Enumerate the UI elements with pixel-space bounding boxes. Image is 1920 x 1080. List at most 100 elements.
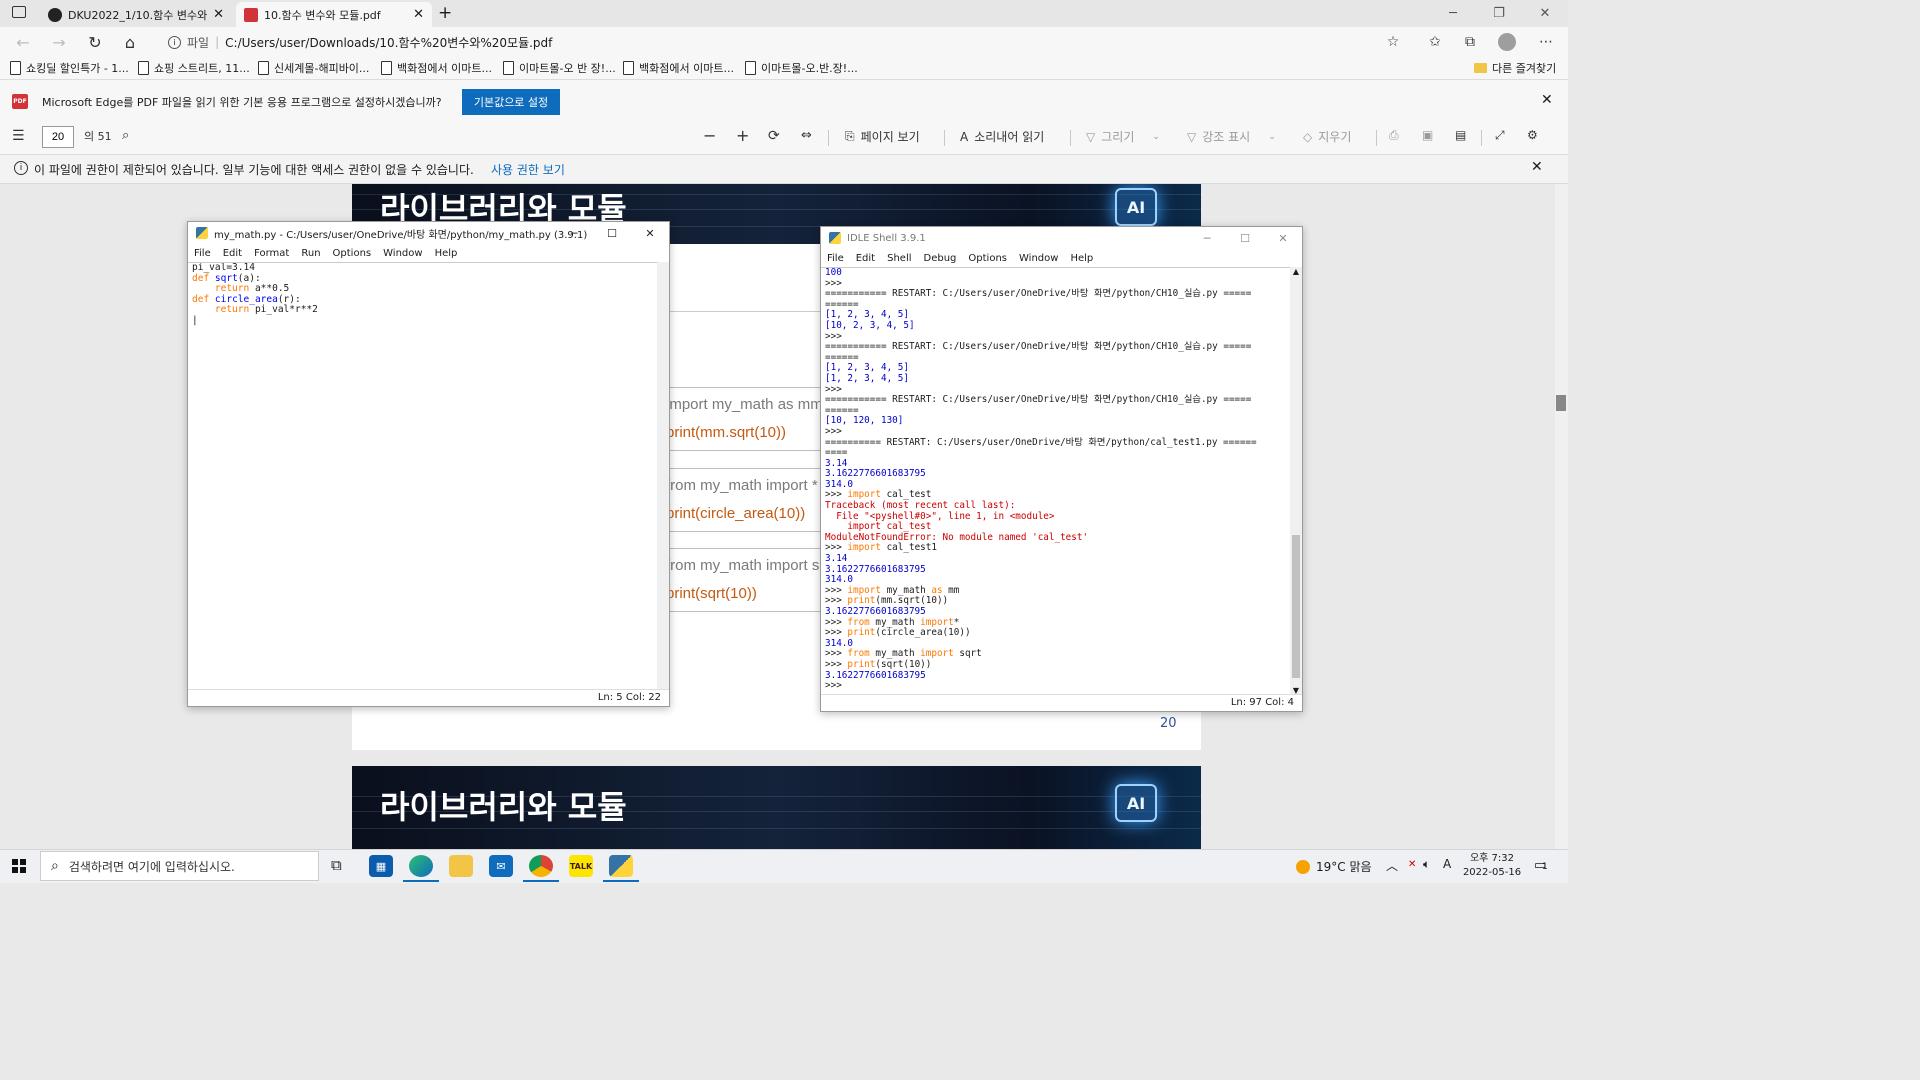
refresh-icon[interactable]: ↻ — [84, 31, 106, 53]
rotate-icon[interactable]: ⟳ — [768, 128, 780, 144]
weather-widget[interactable]: 19°C 맑음 — [1296, 858, 1372, 875]
editor-scrollbar[interactable] — [657, 262, 669, 690]
erase-button[interactable]: ◇ 지우기 — [1303, 128, 1351, 145]
scroll-thumb[interactable] — [1556, 395, 1566, 411]
save-as-icon[interactable]: ▤ — [1455, 128, 1466, 142]
new-tab-button[interactable]: + — [438, 3, 452, 23]
back-icon[interactable]: ← — [12, 31, 34, 53]
bookmark-label: 쇼킹딜 할인특가 - 1... — [26, 62, 129, 75]
python-idle-icon[interactable] — [609, 855, 633, 877]
edge-icon[interactable] — [409, 855, 433, 877]
scroll-thumb[interactable] — [1292, 535, 1300, 678]
notification-icon[interactable]: ▭ 1 — [1534, 858, 1548, 873]
clock[interactable]: 오후 7:32 2022-05-16 — [1462, 852, 1522, 880]
network-icon[interactable]: ✕ — [1408, 859, 1416, 870]
search-icon[interactable]: ⌕ — [122, 128, 129, 143]
menu-window[interactable]: Window — [1019, 253, 1058, 264]
restore-icon[interactable]: ❐ — [1476, 0, 1522, 27]
time-text: 오후 7:32 — [1469, 853, 1515, 864]
idle-shell-window[interactable]: IDLE Shell 3.9.1 ─ ☐ ✕ File Edit Shell D… — [820, 226, 1303, 712]
set-default-button[interactable]: 기본값으로 설정 — [462, 89, 560, 115]
close-infobar-icon[interactable]: ✕ — [1541, 92, 1553, 108]
menu-edit[interactable]: Edit — [223, 248, 242, 259]
chrome-icon[interactable] — [529, 855, 553, 877]
tab-actions-icon[interactable] — [12, 6, 26, 18]
task-view-icon[interactable]: ⧉ — [331, 856, 342, 874]
minimize-icon[interactable]: ─ — [1188, 227, 1226, 249]
table-of-contents-icon[interactable]: ☰ — [12, 128, 25, 144]
idle-editor-window[interactable]: my_math.py - C:/Users/user/OneDrive/바탕 화… — [187, 221, 670, 707]
show-hidden-icons[interactable]: ︿ — [1386, 857, 1398, 874]
close-window-icon[interactable]: ✕ — [631, 222, 669, 244]
menu-options[interactable]: Options — [968, 253, 1007, 264]
zoom-in-icon[interactable]: + — [736, 126, 749, 145]
bookmark-item[interactable]: 쇼핑 스트리트, 11... — [138, 60, 250, 76]
ime-icon[interactable]: A — [1443, 857, 1451, 871]
fit-page-icon[interactable]: ⇔ — [801, 128, 812, 143]
bookmark-item[interactable]: 이마트몰-오.반.장!... — [745, 60, 858, 76]
close-window-icon[interactable]: ✕ — [1522, 0, 1568, 27]
fullscreen-icon[interactable]: ⤢ — [1495, 128, 1505, 143]
menu-edit[interactable]: Edit — [856, 253, 875, 264]
home-icon[interactable]: ⌂ — [119, 31, 141, 53]
save-icon[interactable]: ▣ — [1422, 128, 1433, 142]
more-icon[interactable]: ⋯ — [1535, 31, 1557, 53]
maximize-icon[interactable]: ☐ — [593, 222, 631, 244]
tab-pdf[interactable]: 10.함수 변수와 모듈.pdf ✕ — [236, 2, 432, 27]
bookmark-item[interactable]: 백화점에서 이마트... — [381, 60, 492, 76]
taskbar-search[interactable]: ⌕ 검색하려면 여기에 입력하십시오. — [40, 851, 319, 881]
kakaotalk-icon[interactable]: TALK — [569, 855, 593, 877]
menu-help[interactable]: Help — [435, 248, 458, 259]
profile-avatar[interactable] — [1496, 31, 1518, 53]
forward-icon[interactable]: → — [48, 31, 70, 53]
bookmark-item[interactable]: 신세계몰-해피바이... — [258, 60, 369, 76]
minimize-icon[interactable]: ─ — [1430, 0, 1476, 27]
settings-gear-icon[interactable]: ⚙ — [1527, 128, 1538, 142]
shell-output[interactable]: 100 >>> =========== RESTART: C:/Users/us… — [821, 267, 1290, 695]
code-editor[interactable]: pi_val=3.14 def sqrt(a): return a**0.5 d… — [188, 262, 657, 690]
page-number-input[interactable] — [42, 126, 74, 148]
menu-window[interactable]: Window — [383, 248, 422, 259]
file-explorer-icon[interactable] — [449, 855, 473, 877]
highlight-button[interactable]: ▽ 강조 표시 ⌄ — [1187, 128, 1276, 145]
code-example: from my_math import * print(circle_area(… — [662, 468, 823, 532]
draw-button[interactable]: ▽ 그리기 ⌄ — [1086, 128, 1160, 145]
print-icon[interactable]: ⎙ — [1389, 128, 1399, 143]
zoom-out-icon[interactable]: − — [703, 126, 716, 145]
menu-help[interactable]: Help — [1070, 253, 1093, 264]
collections-icon[interactable]: ⧉ — [1459, 31, 1481, 53]
favorites-icon[interactable]: ✩ — [1424, 31, 1446, 53]
start-button[interactable] — [12, 859, 26, 873]
close-permission-bar-icon[interactable]: ✕ — [1531, 159, 1543, 175]
menu-run[interactable]: Run — [301, 248, 320, 259]
shell-scrollbar[interactable]: ▲ ▼ — [1290, 267, 1302, 695]
volume-icon[interactable]: 🔈︎ — [1423, 857, 1430, 872]
store-icon[interactable]: ▦ — [369, 855, 393, 877]
pdf-scrollbar[interactable] — [1555, 184, 1568, 849]
mail-icon[interactable]: ✉ — [489, 855, 513, 877]
bookmark-item[interactable]: 쇼킹딜 할인특가 - 1... — [10, 60, 129, 76]
read-aloud-icon: A — [960, 129, 969, 144]
read-aloud-button[interactable]: A 소리내어 읽기 — [960, 128, 1044, 145]
tab-github[interactable]: DKU2022_1/10.함수 변수와 모듈 ✕ — [40, 2, 232, 27]
add-favorite-icon[interactable]: ☆ — [1382, 31, 1404, 53]
page-view-button[interactable]: ⎘ 페이지 보기 — [845, 128, 920, 145]
menu-debug[interactable]: Debug — [924, 253, 957, 264]
other-favorites[interactable]: 다른 즐겨찾기 — [1474, 60, 1556, 76]
scroll-up-icon[interactable]: ▲ — [1290, 267, 1302, 276]
maximize-icon[interactable]: ☐ — [1226, 227, 1264, 249]
menu-format[interactable]: Format — [254, 248, 289, 259]
close-tab-icon[interactable]: ✕ — [413, 7, 424, 22]
bookmark-item[interactable]: 백화점에서 이마트... — [623, 60, 734, 76]
close-tab-icon[interactable]: ✕ — [213, 7, 224, 22]
menu-options[interactable]: Options — [333, 248, 372, 259]
menu-file[interactable]: File — [194, 248, 211, 259]
menu-shell[interactable]: Shell — [887, 253, 911, 264]
taskbar-active-indicator — [403, 880, 439, 882]
url-field[interactable]: i 파일 | C:/Users/user/Downloads/10.함수%20변… — [154, 30, 1414, 54]
minimize-icon[interactable]: ─ — [555, 222, 593, 244]
close-window-icon[interactable]: ✕ — [1264, 227, 1302, 249]
view-permissions-link[interactable]: 사용 권한 보기 — [491, 161, 565, 178]
menu-file[interactable]: File — [827, 253, 844, 264]
bookmark-item[interactable]: 이마트몰-오 반 장!... — [503, 60, 616, 76]
